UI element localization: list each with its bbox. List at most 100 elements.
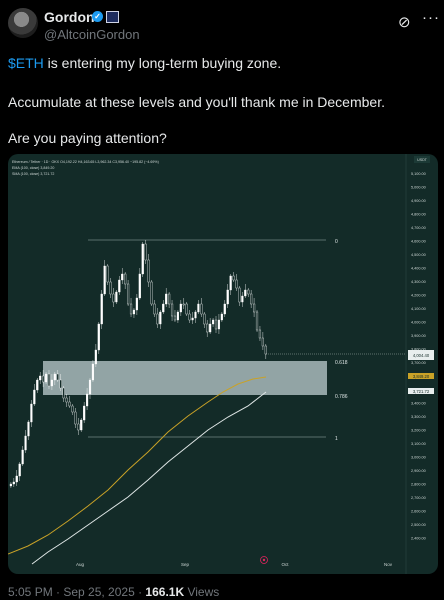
price-tick-label: 4,400.00 xyxy=(411,267,426,271)
candle-body xyxy=(103,265,106,295)
candle-body xyxy=(185,303,188,315)
candle-body xyxy=(162,303,165,313)
sma-100-line xyxy=(31,391,267,565)
candle-body xyxy=(47,373,51,387)
ema-100-line xyxy=(8,376,267,555)
candle-body xyxy=(121,273,124,281)
candle-body xyxy=(21,449,24,465)
cashtag-link[interactable]: $ETH xyxy=(8,55,44,71)
post-footer: 5:05 PM · Sep 25, 2025 · 166.1K Views xyxy=(8,585,219,599)
author-handle[interactable]: @AltcoinGordon xyxy=(44,27,140,42)
candle-body xyxy=(182,303,185,306)
candle-body xyxy=(62,387,65,399)
candle-body xyxy=(50,379,53,387)
author-name[interactable]: Gordon xyxy=(44,9,95,25)
post-timestamp[interactable]: 5:05 PM · Sep 25, 2025 · xyxy=(8,585,145,599)
views-label: Views xyxy=(184,585,220,599)
price-tick-label: 3,200.00 xyxy=(411,429,426,433)
verified-badge-icon: ✓ xyxy=(92,11,103,22)
candle-body xyxy=(56,373,59,381)
candle-body xyxy=(94,349,97,365)
candle-body xyxy=(226,289,229,305)
price-tick-label: 3,900.00 xyxy=(411,334,426,338)
post-line-1: $ETH is entering my long-term buying zon… xyxy=(8,55,281,71)
price-tick-label: 4,000.00 xyxy=(411,321,426,325)
candle-body xyxy=(211,319,215,325)
candle-body xyxy=(223,303,226,315)
candle-body xyxy=(18,463,21,477)
candle-body xyxy=(53,373,56,381)
price-tick-label: 3,700.00 xyxy=(411,361,426,365)
candle-body xyxy=(144,243,147,261)
candle-body xyxy=(165,293,168,305)
candle-body xyxy=(100,293,103,325)
candle-body xyxy=(261,337,264,347)
grok-icon[interactable]: ⊘ xyxy=(398,13,411,31)
candle-body xyxy=(106,265,109,283)
candle-body xyxy=(255,311,259,331)
price-tick-label: 5,000.00 xyxy=(411,186,426,190)
candle-body xyxy=(197,303,200,313)
candle-body xyxy=(36,379,39,391)
avatar[interactable] xyxy=(8,8,38,38)
chart-image[interactable]: Ethereum / Tether · 1D · OKX O4,192.22 H… xyxy=(8,154,438,574)
price-tick-label: 2,400.00 xyxy=(411,537,426,541)
candle-body xyxy=(159,311,162,325)
candle-body xyxy=(232,275,235,281)
candle-body xyxy=(141,243,144,275)
candle-body xyxy=(203,313,206,325)
candle-body xyxy=(109,281,112,295)
ema-price-label: 3,849.20 xyxy=(413,374,430,379)
candle-body xyxy=(188,313,191,321)
price-tick-label: 3,300.00 xyxy=(411,415,426,419)
price-tick-label: 3,100.00 xyxy=(411,442,426,446)
affiliate-flag-icon xyxy=(106,11,119,23)
candle-body xyxy=(88,379,92,395)
candle-body xyxy=(24,435,27,451)
candle-body xyxy=(86,393,89,407)
sma-price-label: 3,721.72 xyxy=(413,389,430,394)
fib-label-1: 1 xyxy=(335,436,338,442)
chart-header-line-3: SMA (100, close) 3,721.72 xyxy=(12,172,54,176)
candle-body xyxy=(244,289,247,297)
candle-body xyxy=(200,303,203,315)
price-tick-label: 4,900.00 xyxy=(411,199,426,203)
chart-header-line-1: Ethereum / Tether · 1D · OKX O4,192.22 H… xyxy=(12,160,159,164)
candle-body xyxy=(235,279,238,289)
candle-body xyxy=(80,419,83,431)
candle-body xyxy=(65,397,68,403)
candle-body xyxy=(129,303,133,315)
candle-body xyxy=(176,311,179,321)
price-tick-label: 5,100.00 xyxy=(411,172,426,176)
candle-body xyxy=(170,303,174,317)
candle-body xyxy=(71,405,74,413)
candle-body xyxy=(258,329,262,339)
candle-body xyxy=(191,317,194,321)
candle-body xyxy=(153,303,156,315)
candle-body xyxy=(147,259,150,283)
candle-body xyxy=(97,323,100,351)
candle-body xyxy=(115,291,118,303)
candle-body xyxy=(179,303,182,313)
candle-body xyxy=(30,403,33,423)
candle-body xyxy=(135,297,138,311)
buy-zone-box xyxy=(43,361,327,395)
fib-label-0-786: 0.786 xyxy=(335,394,348,400)
candle-body xyxy=(173,315,177,321)
price-tick-label: 2,600.00 xyxy=(411,510,426,514)
candle-body xyxy=(217,319,221,330)
chart-header-line-2: EMA (100, close) 3,849.20 xyxy=(12,166,54,170)
candle-body xyxy=(238,287,241,303)
more-icon[interactable]: ··· xyxy=(422,9,440,26)
candle-body xyxy=(253,303,256,313)
currency-label: USDT xyxy=(417,158,428,162)
candle-body xyxy=(206,323,209,333)
price-tick-label: 2,500.00 xyxy=(411,523,426,527)
candle-body xyxy=(229,275,232,291)
price-chart: Ethereum / Tether · 1D · OKX O4,192.22 H… xyxy=(8,154,434,574)
candle-body xyxy=(264,345,267,355)
x-label-oct: Oct xyxy=(281,562,289,567)
candle-body xyxy=(33,389,36,405)
price-tick-label: 4,800.00 xyxy=(411,213,426,217)
price-tick-label: 4,700.00 xyxy=(411,226,426,230)
